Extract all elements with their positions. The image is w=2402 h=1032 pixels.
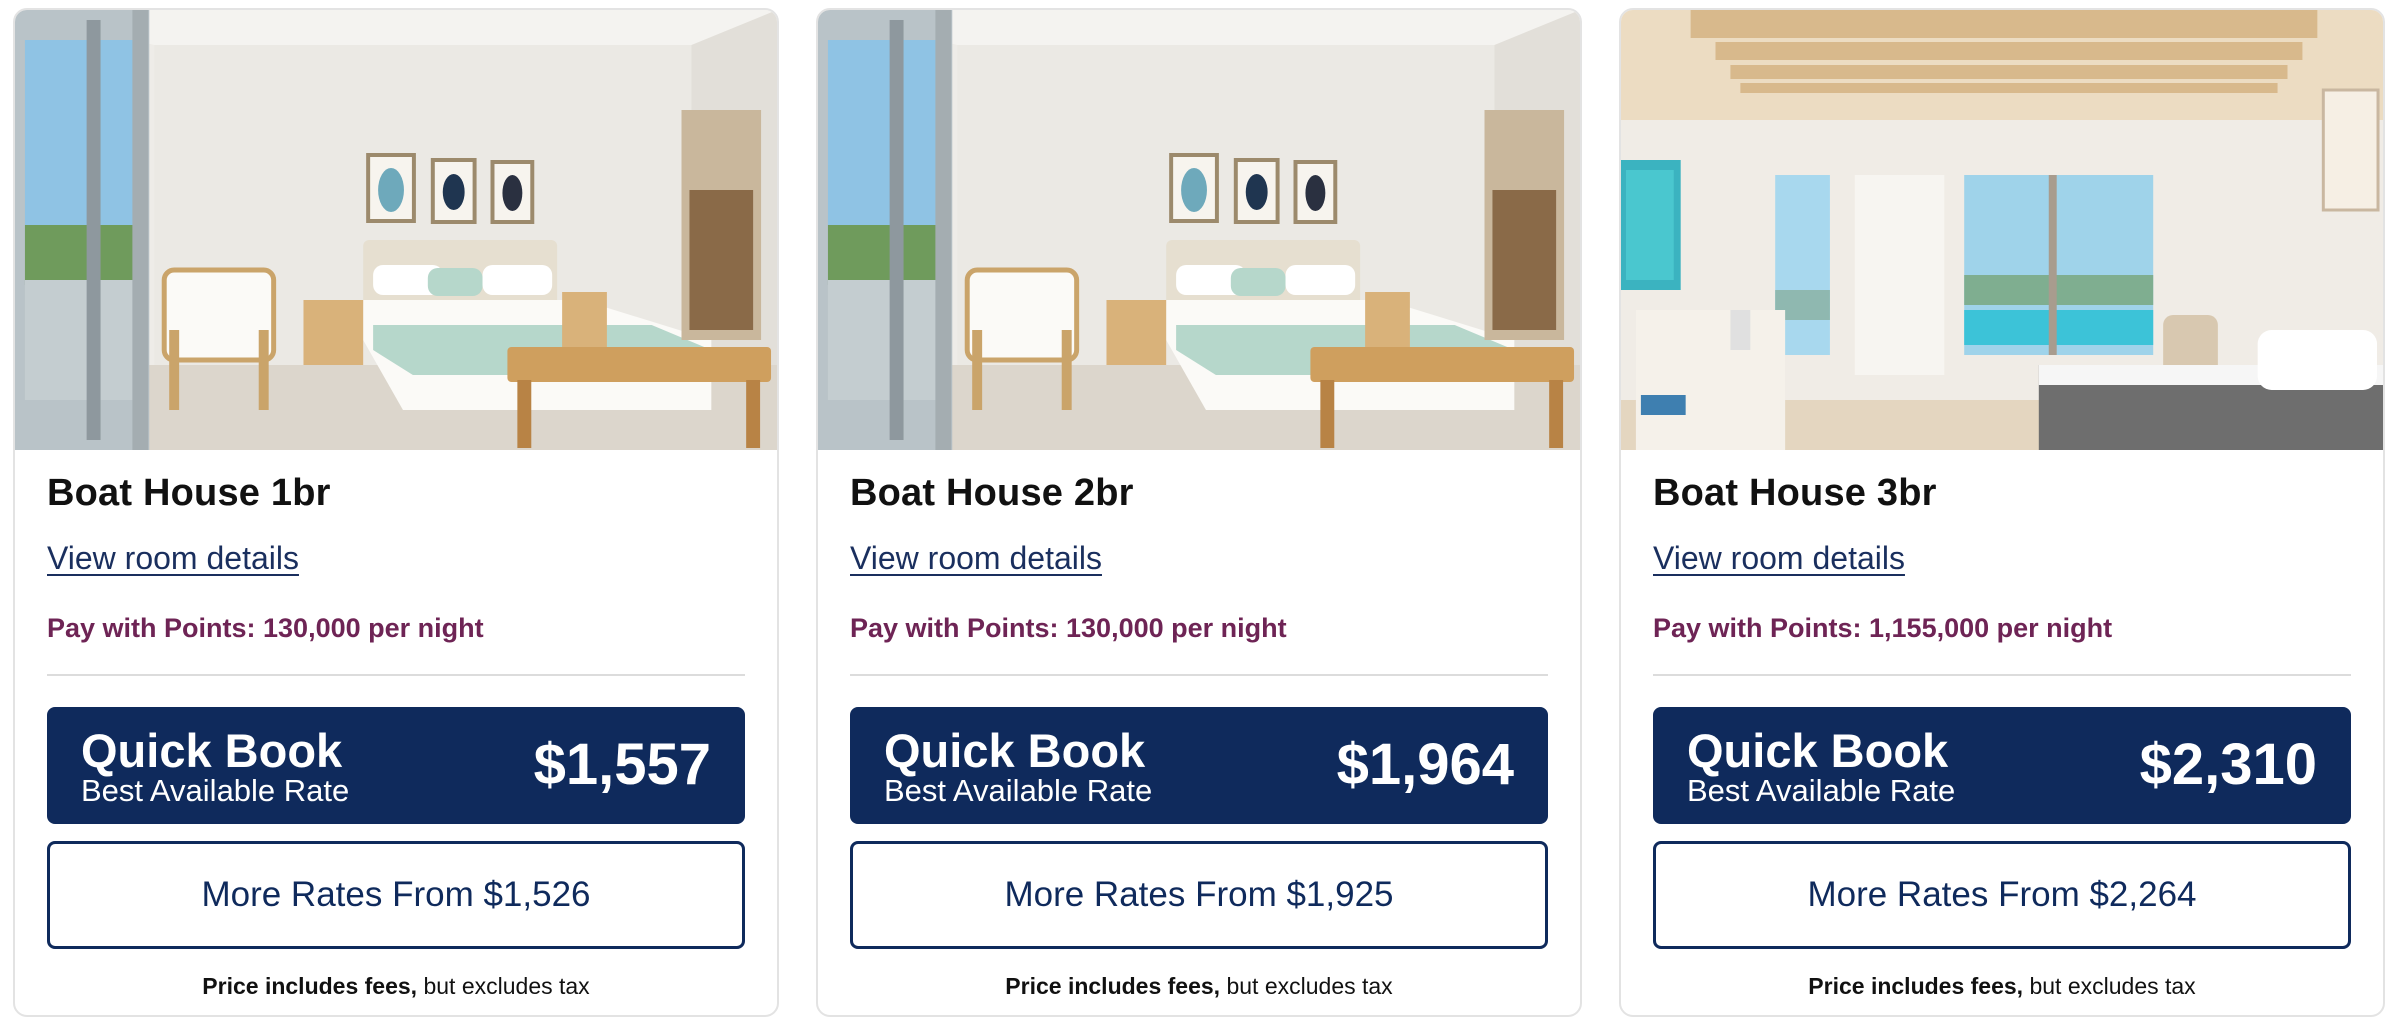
room-name: Boat House 3br <box>1653 472 1937 514</box>
quick-book-button[interactable]: Quick Book Best Available Rate $2,310 <box>1653 707 2351 824</box>
quick-book-title: Quick Book <box>81 724 343 777</box>
view-room-details-link[interactable]: View room details <box>47 540 299 577</box>
points-price: Pay with Points: 130,000 per night <box>850 613 1287 643</box>
quick-book-price: $2,310 <box>2139 732 2317 797</box>
points-price: Pay with Points: 1,155,000 per night <box>1653 613 2113 643</box>
divider <box>1653 674 2351 676</box>
room-photo <box>15 10 777 450</box>
room-card: Boat House 1br View room details Pay wit… <box>13 8 779 1017</box>
fee-note-rest: but excludes tax <box>1220 973 1393 999</box>
more-rates-button[interactable]: More Rates From $2,264 <box>1653 841 2351 949</box>
quick-book-price: $1,557 <box>533 732 711 797</box>
fee-note-bold: Price includes fees, <box>1005 973 1221 999</box>
fee-note: Price includes fees, but excludes tax <box>15 973 777 1000</box>
points-price: Pay with Points: 130,000 per night <box>47 613 484 643</box>
fee-note-bold: Price includes fees, <box>1808 973 2024 999</box>
more-rates-button[interactable]: More Rates From $1,526 <box>47 841 745 949</box>
fee-note-bold: Price includes fees, <box>202 973 418 999</box>
room-name: Boat House 1br <box>47 472 331 514</box>
quick-book-subtitle: Best Available Rate <box>884 773 1153 808</box>
more-rates-button[interactable]: More Rates From $1,925 <box>850 841 1548 949</box>
room-cards: Boat House 1br View room details Pay wit… <box>0 0 2402 1032</box>
room-photo <box>818 10 1580 450</box>
quick-book-subtitle: Best Available Rate <box>1687 773 1956 808</box>
fee-note-rest: but excludes tax <box>417 973 590 999</box>
room-name: Boat House 2br <box>850 472 1134 514</box>
quick-book-button[interactable]: Quick Book Best Available Rate $1,557 <box>47 707 745 824</box>
quick-book-button[interactable]: Quick Book Best Available Rate $1,964 <box>850 707 1548 824</box>
fee-note-rest: but excludes tax <box>2023 973 2196 999</box>
divider <box>850 674 1548 676</box>
quick-book-title: Quick Book <box>884 724 1146 777</box>
divider <box>47 674 745 676</box>
fee-note: Price includes fees, but excludes tax <box>1621 973 2383 1000</box>
quick-book-title: Quick Book <box>1687 724 1949 777</box>
view-room-details-link[interactable]: View room details <box>1653 540 1905 577</box>
view-room-details-link[interactable]: View room details <box>850 540 1102 577</box>
room-photo <box>1621 10 2383 450</box>
quick-book-subtitle: Best Available Rate <box>81 773 350 808</box>
fee-note: Price includes fees, but excludes tax <box>818 973 1580 1000</box>
quick-book-price: $1,964 <box>1336 732 1514 797</box>
room-card: Boat House 2br View room details Pay wit… <box>816 8 1582 1017</box>
room-card: Boat House 3br View room details Pay wit… <box>1619 8 2385 1017</box>
